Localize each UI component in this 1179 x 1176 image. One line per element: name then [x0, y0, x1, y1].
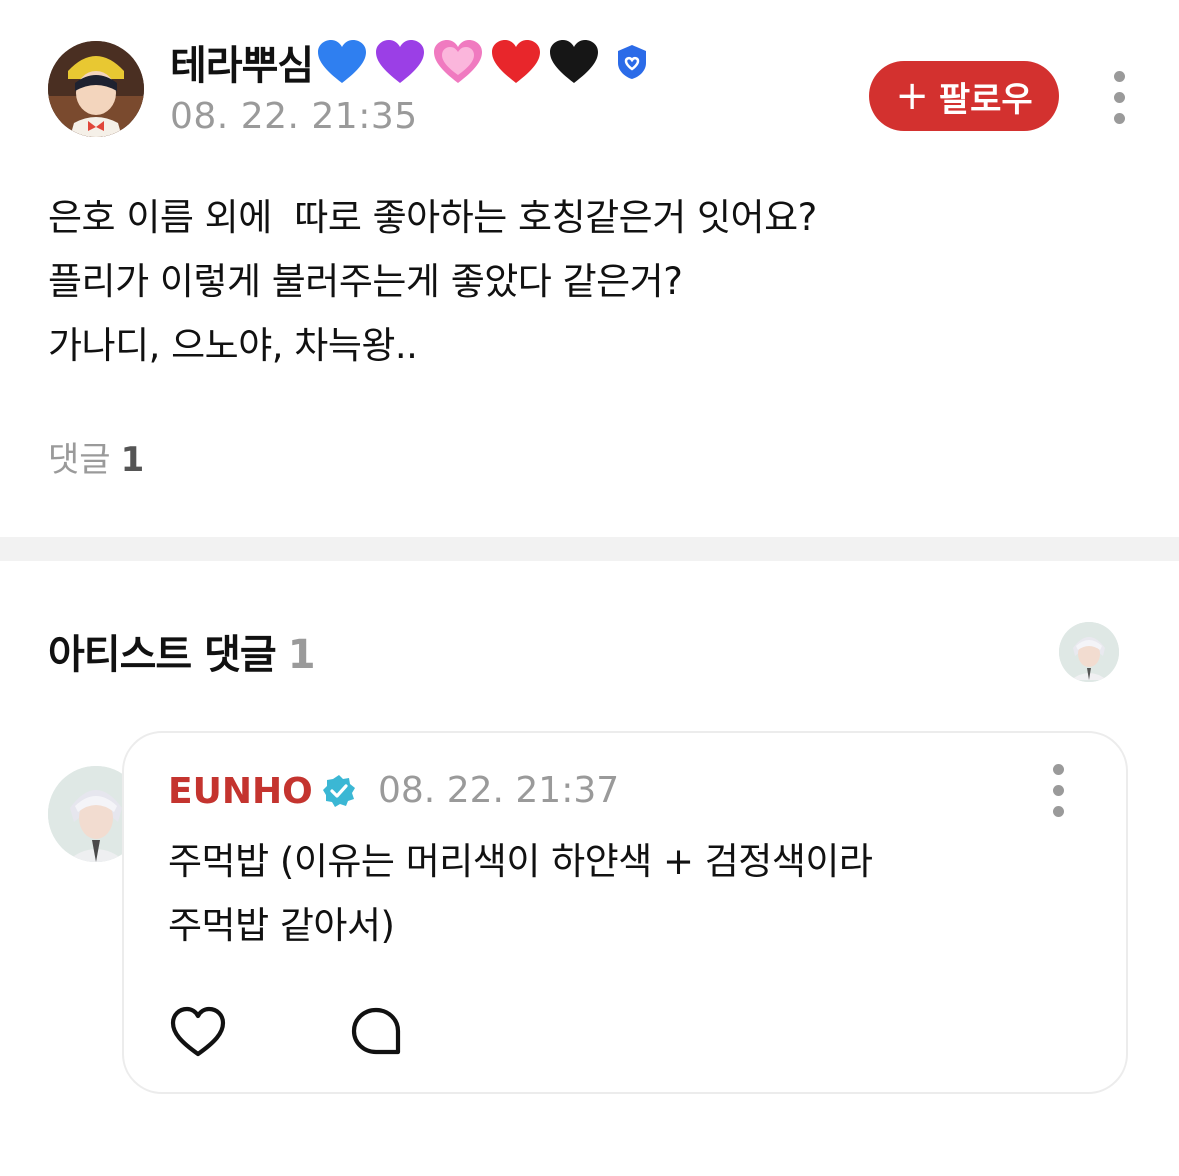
- verified-badge-icon: [322, 775, 355, 807]
- post-author-avatar[interactable]: [48, 41, 144, 137]
- black-heart-icon: [550, 40, 599, 83]
- artist-comments-heading: 아티스트 댓글 1: [48, 622, 316, 680]
- verified-shield-icon: [618, 45, 647, 79]
- follow-button[interactable]: + 팔로우: [869, 61, 1059, 131]
- follow-label: 팔로우: [938, 79, 1033, 120]
- comment-timestamp: 08. 22. 21:37: [378, 770, 620, 811]
- blue-heart-icon: [318, 40, 367, 83]
- artist-comments-title: 아티스트 댓글: [48, 632, 277, 678]
- artist-comments-count: 1: [287, 632, 316, 678]
- author-emoji-list: [315, 37, 601, 87]
- post-author-name-row: 테라뿌심: [170, 33, 651, 91]
- comment-more-options-icon[interactable]: [1038, 755, 1078, 825]
- heart-like-icon[interactable]: [168, 1004, 228, 1060]
- post-body: 은호 이름 외에 따로 좋아하는 호칭같은거 잇어요? 플리가 이렇게 불러주는…: [48, 186, 1148, 378]
- pink-heart-icon: [434, 40, 483, 83]
- red-heart-icon: [492, 40, 541, 83]
- post-timestamp: 08. 22. 21:35: [170, 96, 418, 137]
- artist-mini-avatar[interactable]: [1059, 622, 1119, 682]
- purple-heart-icon: [376, 40, 425, 83]
- post-body-line: 가나디, 으노야, 차늑왕..: [48, 324, 418, 367]
- comment-body-line: 주먹밥 (이유는 머리색이 하얀색 + 검정색이라: [168, 840, 873, 883]
- comment-count-link[interactable]: 댓글 1: [48, 432, 144, 481]
- reply-bubble-icon[interactable]: [348, 1004, 404, 1060]
- comment-body-line: 주먹밥 같아서): [168, 904, 395, 947]
- comment-author-row: EUNHO: [168, 768, 357, 814]
- post-body-line: 플리가 이렇게 불러주는게 좋았다 같은거?: [48, 260, 683, 303]
- comment-body: 주먹밥 (이유는 머리색이 하얀색 + 검정색이라 주먹밥 같아서): [168, 830, 1088, 958]
- comment-count-label: 댓글: [48, 440, 111, 480]
- comment-count-value: 1: [120, 440, 145, 480]
- post-more-options-icon[interactable]: [1099, 62, 1139, 132]
- post-body-line: 은호 이름 외에 따로 좋아하는 호칭같은거 잇어요?: [48, 196, 817, 239]
- post-author-name[interactable]: 테라뿌심: [170, 33, 314, 91]
- section-divider: [0, 537, 1179, 561]
- comment-author-name[interactable]: EUNHO: [168, 771, 313, 812]
- plus-icon: +: [895, 73, 929, 119]
